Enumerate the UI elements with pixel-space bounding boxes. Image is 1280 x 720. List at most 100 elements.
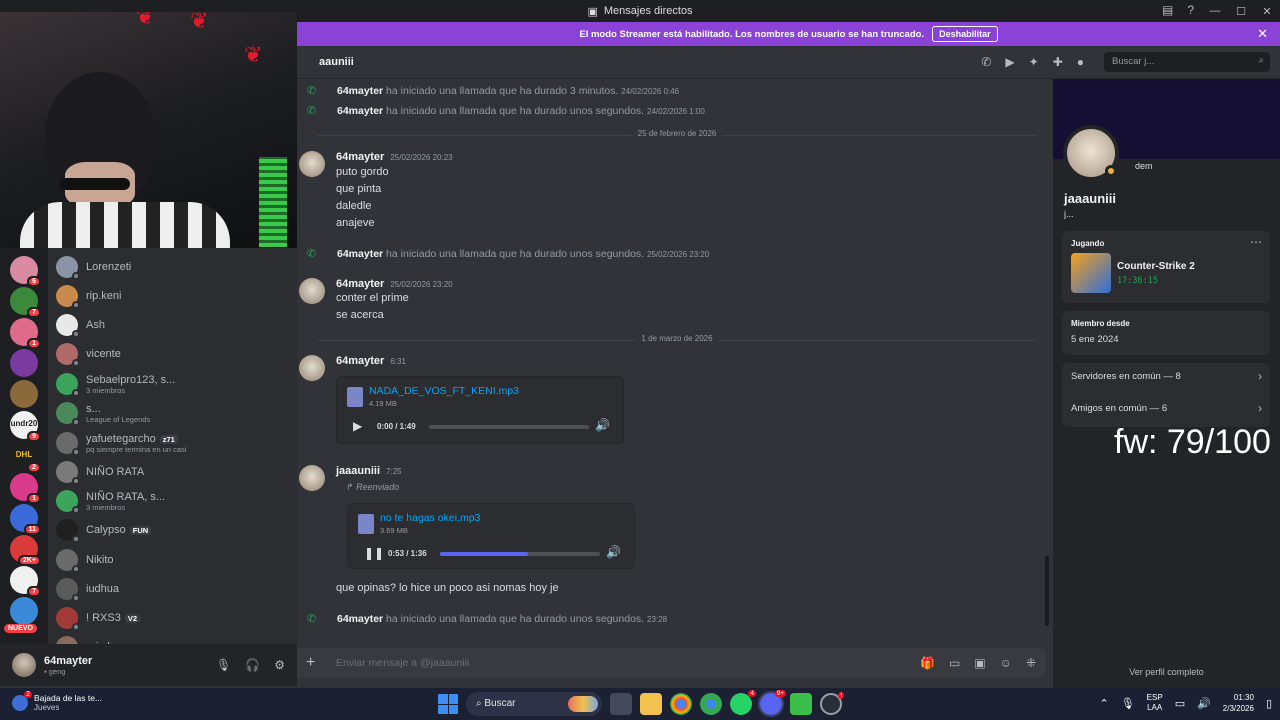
server-icon[interactable]: 1	[10, 318, 41, 349]
server-icon[interactable]: 7	[10, 287, 41, 318]
video-call-icon[interactable]: ▶	[1005, 55, 1014, 69]
emoji-icon[interactable]: ☺	[1000, 656, 1012, 670]
help-icon[interactable]: ?	[1187, 3, 1194, 17]
gif-icon[interactable]: ▭	[949, 656, 960, 670]
volume-icon[interactable]: 🔊	[606, 545, 621, 559]
weather-widget[interactable]: 2 Bajada de las te... Jueves	[12, 690, 102, 712]
more-options-icon[interactable]: ⋯	[1250, 235, 1262, 249]
dm-item[interactable]: Nikito	[56, 546, 286, 574]
keyboard-layout: LAA	[1147, 703, 1163, 712]
apps-icon[interactable]: ⁜	[1026, 656, 1036, 670]
chevron-right-icon[interactable]: ›	[1258, 401, 1262, 415]
message-author[interactable]: jaaauniii	[336, 465, 380, 477]
maximize-button[interactable]: ☐	[1228, 5, 1254, 18]
volume-icon[interactable]: 🔊	[595, 418, 610, 432]
whatsapp-icon[interactable]: 4	[730, 690, 756, 715]
close-window-button[interactable]: ✕	[1254, 5, 1280, 18]
add-attachment-icon[interactable]: +	[306, 654, 315, 672]
avatar[interactable]	[299, 355, 325, 381]
avatar[interactable]	[299, 278, 325, 304]
dm-item[interactable]: rain.h	[56, 633, 286, 644]
taskbar-search[interactable]: ⌕ Buscar	[466, 692, 602, 716]
audio-seek-bar[interactable]	[429, 425, 589, 429]
inbox-icon[interactable]: ▤	[1162, 3, 1173, 17]
voice-call-icon[interactable]: ✆	[981, 55, 991, 69]
message-author[interactable]: 64mayter	[336, 151, 384, 163]
call-author[interactable]: 64mayter	[337, 105, 383, 117]
server-icon[interactable]: undr20 9	[10, 411, 41, 442]
dm-item[interactable]: Calypso FUN	[56, 516, 286, 544]
windows-start-icon[interactable]	[438, 694, 458, 714]
sticker-icon[interactable]: ▣	[974, 656, 985, 670]
volume-icon[interactable]: 🔊	[1197, 697, 1211, 710]
dm-item[interactable]: yafuetegarcho z71 pq siempre termina en un…	[56, 429, 286, 457]
dm-item[interactable]: Lorenzeti	[56, 253, 286, 281]
message-author[interactable]: 64mayter	[336, 355, 384, 367]
microphone-icon[interactable]: 🎙	[1121, 697, 1135, 710]
chrome-profile-icon[interactable]	[700, 693, 722, 715]
avatar[interactable]	[1063, 125, 1119, 181]
server-icon[interactable]: 6	[10, 256, 41, 287]
dm-item[interactable]: Sebaelpro123, s... 3 miembros	[56, 370, 286, 398]
call-author[interactable]: 64mayter	[337, 613, 383, 625]
play-icon[interactable]: ▶	[353, 419, 362, 433]
avatar[interactable]	[299, 465, 325, 491]
language-indicator[interactable]: ESP LAA	[1147, 693, 1163, 713]
gear-icon[interactable]: ⚙	[274, 658, 285, 672]
server-icon[interactable]	[10, 597, 38, 625]
server-icon[interactable]: 2K+	[10, 535, 41, 566]
network-icon[interactable]: ▭	[1175, 697, 1185, 710]
audio-file-name[interactable]: NADA_DE_VOS_FT_KENI.mp3	[369, 385, 519, 397]
file-explorer-icon[interactable]	[640, 693, 662, 715]
dm-item[interactable]: Ash	[56, 311, 286, 339]
headphones-icon[interactable]: 🎧	[245, 658, 260, 672]
server-icon[interactable]	[10, 349, 38, 377]
pin-icon[interactable]: ✦	[1029, 55, 1039, 69]
notifications-icon[interactable]: ▯	[1266, 697, 1272, 710]
microphone-icon[interactable]: 🎙	[216, 658, 231, 672]
server-icon[interactable]: DHL 2	[10, 442, 41, 473]
servers-in-common[interactable]: Servidores en común — 8	[1071, 371, 1181, 382]
call-author[interactable]: 64mayter	[337, 85, 383, 97]
dm-item[interactable]: s... League of Legends	[56, 399, 286, 427]
minecraft-icon[interactable]	[790, 693, 812, 715]
message-scrollbar[interactable]	[1045, 556, 1049, 626]
search-input[interactable]: Buscar j... ⌕	[1104, 52, 1270, 72]
server-icon[interactable]: 1	[10, 473, 41, 504]
avatar[interactable]	[299, 151, 325, 177]
server-icon[interactable]: 11	[10, 504, 41, 535]
server-icon[interactable]	[10, 380, 38, 408]
gift-icon[interactable]: 🎁	[920, 656, 935, 670]
avatar	[56, 256, 80, 280]
message-author[interactable]: 64mayter	[336, 278, 384, 290]
server-icon[interactable]: 7	[10, 566, 41, 597]
disable-streamer-button[interactable]: Deshabilitar	[932, 26, 998, 42]
audio-seek-bar[interactable]	[440, 552, 600, 556]
close-icon[interactable]: ✕	[1257, 26, 1268, 42]
dm-item[interactable]: vicente	[56, 340, 286, 368]
window-controls: — ☐ ✕	[1202, 0, 1280, 22]
task-view-icon[interactable]	[610, 693, 632, 715]
chevron-right-icon[interactable]: ›	[1258, 369, 1262, 383]
add-friends-icon[interactable]: ✚	[1053, 55, 1063, 69]
audio-file-name[interactable]: no te hagas okei.mp3	[380, 512, 480, 524]
dm-item[interactable]: iudhua	[56, 575, 286, 603]
call-author[interactable]: 64mayter	[337, 248, 383, 260]
dm-item[interactable]: NIÑO RATA, s... 3 miembros	[56, 487, 286, 515]
pause-icon[interactable]: ❚❚	[364, 546, 384, 560]
settings-app-icon[interactable]: !	[820, 692, 844, 715]
minimize-button[interactable]: —	[1202, 5, 1228, 17]
user-profile-icon[interactable]: ●	[1077, 55, 1084, 69]
user-info[interactable]: 64mayter ▪ geng	[44, 655, 92, 676]
clock[interactable]: 01:30 2/3/2026	[1223, 692, 1254, 714]
avatar[interactable]	[12, 653, 36, 677]
message-composer[interactable]: + Enviar mensaje a @jaaauniii 🎁 ▭ ▣ ☺ ⁜	[294, 648, 1046, 678]
dm-item[interactable]: NIÑO RATA	[56, 458, 286, 486]
friends-in-common[interactable]: Amigos en común — 6	[1071, 403, 1167, 414]
dm-item[interactable]: ! RXS3 V2	[56, 604, 286, 632]
discord-taskbar-icon[interactable]: 9+	[758, 690, 786, 717]
dm-item[interactable]: rip.keni	[56, 282, 286, 310]
view-full-profile-link[interactable]: Ver perfil completo	[1053, 667, 1280, 677]
chevron-up-icon[interactable]: ⌃	[1099, 697, 1108, 710]
chrome-icon[interactable]	[670, 693, 692, 715]
